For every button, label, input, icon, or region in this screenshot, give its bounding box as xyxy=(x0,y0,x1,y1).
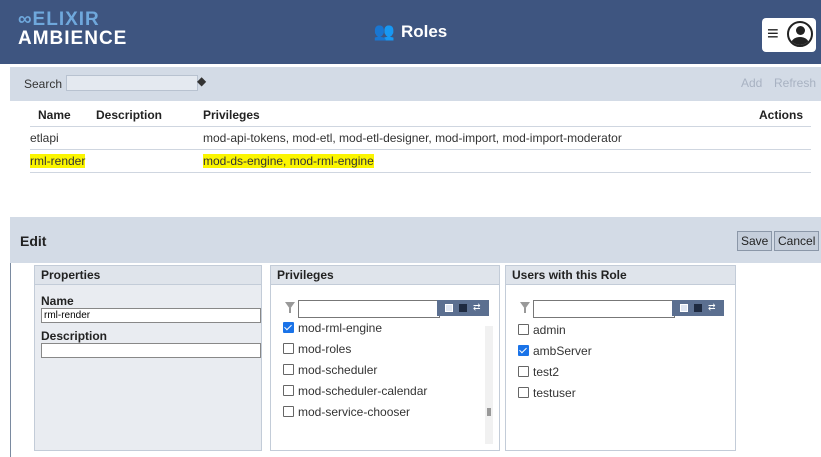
checkbox-icon[interactable] xyxy=(518,387,529,398)
privileges-panel: Privileges ⇄ mod-rml-engine mod-roles mo… xyxy=(270,265,500,451)
role-name-cell-selected[interactable]: rml-render xyxy=(30,149,96,173)
checkbox-icon[interactable] xyxy=(518,324,529,335)
table-row-selected[interactable]: rml-render mod-ds-engine, mod-rml-engine xyxy=(30,149,811,173)
role-name-cell[interactable]: etlapi xyxy=(30,126,96,150)
checkbox-icon[interactable] xyxy=(518,366,529,377)
role-privileges-cell: mod-api-tokens, mod-etl, mod-etl-designe… xyxy=(203,126,743,150)
search-input[interactable] xyxy=(66,75,198,91)
list-item[interactable]: ambServer xyxy=(518,341,718,362)
checkbox-checked-icon[interactable] xyxy=(283,322,294,333)
column-header-actions: Actions xyxy=(758,108,803,122)
privileges-scrollbar[interactable] xyxy=(485,326,493,444)
users-filter-input[interactable] xyxy=(533,300,675,318)
checkbox-checked-icon[interactable] xyxy=(518,345,529,356)
select-all-icon[interactable] xyxy=(680,304,688,312)
search-label: Search xyxy=(24,77,63,91)
highlighted-role-privileges: mod-ds-engine, mod-rml-engine xyxy=(203,154,374,168)
description-label: Description xyxy=(41,329,108,343)
users-header: Users with this Role xyxy=(506,266,735,285)
user-avatar-icon[interactable] xyxy=(787,21,813,47)
list-item[interactable]: mod-roles xyxy=(283,339,483,360)
column-header-description[interactable]: Description xyxy=(96,104,203,127)
checkbox-icon[interactable] xyxy=(283,406,294,417)
privilege-label: mod-roles xyxy=(298,342,352,356)
privilege-label: mod-rml-engine xyxy=(298,321,383,335)
filter-actions: ⇄ xyxy=(437,300,489,316)
user-label: testuser xyxy=(533,386,576,400)
users-list: admin ambServer test2 testuser xyxy=(518,320,718,404)
privileges-list: mod-rml-engine mod-roles mod-scheduler m… xyxy=(283,318,483,423)
filter-icon xyxy=(285,302,295,313)
filter-icon xyxy=(520,302,530,313)
list-item[interactable]: mod-scheduler xyxy=(283,360,483,381)
properties-header: Properties xyxy=(35,266,261,285)
edit-label: Edit xyxy=(20,233,47,249)
page-title: 👥 Roles xyxy=(0,22,821,42)
privileges-header: Privileges xyxy=(271,266,499,285)
privilege-label: mod-scheduler-calendar xyxy=(298,384,428,398)
list-item[interactable]: admin xyxy=(518,320,718,341)
list-item[interactable]: mod-rml-engine xyxy=(283,318,483,339)
properties-panel: Properties Name Description xyxy=(34,265,262,451)
page-title-text: Roles xyxy=(400,22,448,41)
role-description-cell xyxy=(96,126,203,150)
cancel-button[interactable]: Cancel xyxy=(774,231,820,251)
clear-search-icon[interactable]: ◆ xyxy=(197,74,206,88)
invert-selection-icon[interactable]: ⇄ xyxy=(473,301,483,312)
scrollbar-thumb[interactable] xyxy=(487,408,491,416)
invert-selection-icon[interactable]: ⇄ xyxy=(708,301,718,312)
role-privileges-cell-selected: mod-ds-engine, mod-rml-engine xyxy=(203,149,743,173)
list-item[interactable]: mod-service-chooser xyxy=(283,402,483,423)
table-row[interactable]: etlapi mod-api-tokens, mod-etl, mod-etl-… xyxy=(30,126,811,150)
select-none-icon[interactable] xyxy=(694,304,702,312)
list-item[interactable]: mod-scheduler-calendar xyxy=(283,381,483,402)
divider xyxy=(10,263,11,457)
checkbox-icon[interactable] xyxy=(283,364,294,375)
table-header-row: Name Description Privileges Actions xyxy=(30,104,811,127)
filter-actions: ⇄ xyxy=(672,300,724,316)
checkbox-icon[interactable] xyxy=(283,385,294,396)
privilege-label: mod-service-chooser xyxy=(298,405,411,419)
users-panel: Users with this Role ⇄ admin ambServer t… xyxy=(505,265,736,451)
roles-table: Name Description Privileges Actions etla… xyxy=(30,104,811,173)
select-none-icon[interactable] xyxy=(459,304,467,312)
select-all-icon[interactable] xyxy=(445,304,453,312)
search-toolbar: Search ◆ Add Refresh xyxy=(10,67,821,101)
checkbox-icon[interactable] xyxy=(283,343,294,354)
privilege-label: mod-scheduler xyxy=(298,363,378,377)
role-actions-cell xyxy=(743,149,811,173)
refresh-button[interactable]: Refresh xyxy=(774,76,816,90)
user-menu-button[interactable]: ≡ xyxy=(762,18,816,52)
list-item[interactable]: test2 xyxy=(518,362,718,383)
description-field[interactable] xyxy=(41,343,261,358)
name-field[interactable] xyxy=(41,308,261,323)
user-label: ambServer xyxy=(533,344,592,358)
top-bar: ∞ELIXIR AMBIENCE 👥 Roles ≡ xyxy=(0,0,821,64)
list-item[interactable]: testuser xyxy=(518,383,718,404)
add-button[interactable]: Add xyxy=(741,76,762,90)
hamburger-menu-icon[interactable]: ≡ xyxy=(767,22,779,46)
edit-toolbar: Edit Save Cancel xyxy=(10,217,821,263)
user-label: admin xyxy=(533,323,566,337)
user-label: test2 xyxy=(533,365,560,379)
column-header-privileges[interactable]: Privileges xyxy=(203,104,743,127)
name-label: Name xyxy=(41,294,74,308)
role-description-cell xyxy=(96,149,203,173)
users-group-icon: 👥 xyxy=(373,22,395,41)
save-button[interactable]: Save xyxy=(737,231,773,251)
role-actions-cell xyxy=(743,126,811,150)
highlighted-role-name[interactable]: rml-render xyxy=(30,154,86,168)
column-header-name[interactable]: Name xyxy=(30,104,96,127)
privileges-filter-input[interactable] xyxy=(298,300,440,318)
